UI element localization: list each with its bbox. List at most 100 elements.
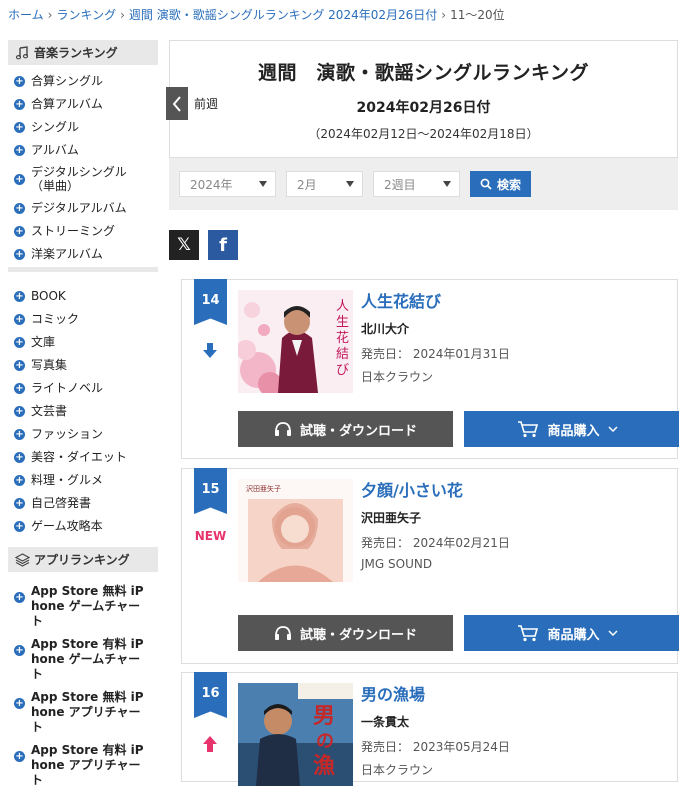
listen-download-button[interactable]: 試聴・ダウンロード — [238, 615, 453, 651]
sidebar-item-album[interactable]: + アルバム — [14, 142, 158, 158]
sidebar-item-paid-iphone-game[interactable]: + App Store 有料 iPhone ゲームチャート — [14, 637, 158, 682]
record-label: 日本クラウン — [361, 370, 434, 384]
album-jacket[interactable]: 人 生 花 結 び — [238, 290, 353, 393]
breadcrumb-current: 11～20位 — [450, 8, 505, 22]
svg-text:花: 花 — [336, 330, 349, 346]
purchase-button[interactable]: 商品購入 — [464, 615, 679, 651]
plus-icon: + — [14, 406, 25, 417]
arrow-up-icon — [199, 735, 221, 756]
sidebar-item-single[interactable]: + シングル — [14, 119, 158, 135]
breadcrumb-home[interactable]: ホーム — [8, 8, 44, 22]
chevron-down-icon — [607, 628, 626, 639]
ranking-header: 週間 演歌・歌謡シングルランキング 2024年02月26日付 （2024年02月… — [166, 40, 678, 158]
entry-info: 男の漁場 一条貫太 発売日： 2023年05月24日 日本クラウン — [361, 681, 510, 778]
sidebar-item-digital-album[interactable]: + デジタルアルバム — [14, 200, 158, 216]
month-select[interactable]: 2月 — [286, 171, 363, 197]
plus-icon: + — [14, 498, 25, 509]
sidebar-item-paid-iphone-app[interactable]: + App Store 有料 iPhone アプリチャート — [14, 743, 158, 788]
sidebar-item-photobook[interactable]: + 写真集 — [14, 357, 158, 373]
sidebar-divider — [8, 267, 158, 272]
plus-icon: + — [14, 475, 25, 486]
ranking-range: （2024年02月12日～2024年02月18日） — [308, 127, 539, 141]
breadcrumb-weekly[interactable]: 週間 演歌・歌謡シングルランキング 2024年02月26日付 — [129, 8, 437, 22]
rank-flag: 14 — [194, 279, 227, 325]
year-select[interactable]: 2024年 — [179, 171, 276, 197]
song-title[interactable]: 夕顔/小さい花 — [361, 477, 510, 501]
cart-icon — [518, 625, 539, 642]
sidebar-item-game-guide[interactable]: + ゲーム攻略本 — [14, 518, 158, 534]
entry-info: 人生花結び 北川大介 発売日： 2024年01月31日 日本クラウン — [361, 288, 510, 385]
sidebar-item-western-album[interactable]: + 洋楽アルバム — [14, 246, 158, 262]
page-title: 週間 演歌・歌謡シングルランキング — [258, 62, 589, 84]
sidebar-item-book[interactable]: + BOOK — [14, 288, 158, 304]
new-badge: NEW — [194, 529, 227, 543]
sidebar-item-free-iphone-game[interactable]: + App Store 無料 iPhone ゲームチャート — [14, 584, 158, 629]
listen-download-button[interactable]: 試聴・ダウンロード — [238, 411, 453, 447]
sidebar-item-fashion[interactable]: + ファッション — [14, 426, 158, 442]
svg-text:男: 男 — [313, 703, 335, 729]
plus-icon: + — [14, 145, 25, 156]
sidebar-item-combined-album[interactable]: + 合算アルバム — [14, 96, 158, 112]
song-title[interactable]: 人生花結び — [361, 288, 510, 312]
artist-name[interactable]: 北川大介 — [361, 320, 510, 337]
previous-week-button[interactable]: 前週 — [166, 87, 218, 120]
music-ranking-list: + 合算シングル + 合算アルバム + シングル + アルバム + デジタルシングル（単曲… — [8, 65, 158, 262]
release-date: 発売日： 2023年05月24日 — [361, 740, 510, 754]
plus-icon: + — [14, 291, 25, 302]
sidebar-item-digital-single[interactable]: + デジタルシングル（単曲） — [14, 165, 158, 193]
rank-flag: 15 — [194, 468, 227, 514]
svg-text:生: 生 — [336, 315, 349, 330]
svg-text:の: の — [316, 731, 334, 752]
ranking-entry: 15 NEW 沢田亜矢子 夕顔/小さい花 沢田亜矢子 発売日： 2024年02月… — [181, 468, 679, 664]
sidebar-item-comic[interactable]: + コミック — [14, 311, 158, 327]
caret-down-icon — [443, 181, 451, 187]
svg-text:結: 結 — [336, 347, 349, 362]
caret-down-icon — [346, 181, 354, 187]
plus-icon: + — [14, 521, 25, 532]
sidebar-item-literature[interactable]: + 文芸書 — [14, 403, 158, 419]
search-button[interactable]: 検索 — [470, 171, 532, 197]
sidebar-item-cooking[interactable]: + 料理・グルメ — [14, 472, 158, 488]
sidebar-item-streaming[interactable]: + ストリーミング — [14, 223, 158, 239]
x-share-button[interactable]: 𝕏 — [169, 230, 199, 260]
cart-icon — [518, 421, 539, 438]
song-title[interactable]: 男の漁場 — [361, 681, 510, 705]
plus-icon: + — [14, 314, 25, 325]
music-note-icon — [14, 45, 30, 61]
plus-icon: + — [14, 360, 25, 371]
album-jacket[interactable]: 沢田亜矢子 — [238, 479, 353, 582]
chevron-left-icon — [166, 87, 188, 120]
facebook-share-button[interactable]: f — [208, 230, 238, 260]
ranking-date: 2024年02月26日付 — [356, 100, 491, 116]
chevron-down-icon — [607, 424, 626, 435]
entry-info: 夕顔/小さい花 沢田亜矢子 発売日： 2024年02月21日 JMG SOUND — [361, 477, 510, 571]
plus-icon: + — [14, 203, 25, 214]
purchase-button[interactable]: 商品購入 — [464, 411, 679, 447]
week-select[interactable]: 2週目 — [373, 171, 460, 197]
facebook-logo-icon: f — [219, 234, 227, 256]
search-icon — [480, 178, 492, 190]
plus-icon: + — [14, 429, 25, 440]
record-label: 日本クラウン — [361, 763, 434, 777]
svg-text:人: 人 — [336, 299, 349, 314]
album-jacket[interactable]: 男 の 漁 — [238, 683, 353, 786]
sidebar-item-free-iphone-app[interactable]: + App Store 無料 iPhone アプリチャート — [14, 690, 158, 735]
breadcrumb-ranking[interactable]: ランキング — [56, 8, 116, 22]
release-date: 発売日： 2024年02月21日 — [361, 536, 510, 550]
plus-icon: + — [14, 383, 25, 394]
sidebar-item-beauty-diet[interactable]: + 美容・ダイエット — [14, 449, 158, 465]
sidebar-item-self-help[interactable]: + 自己啓発書 — [14, 495, 158, 511]
artist-name[interactable]: 沢田亜矢子 — [361, 509, 510, 526]
sidebar-item-bunko[interactable]: + 文庫 — [14, 334, 158, 350]
plus-icon: + — [14, 337, 25, 348]
svg-text:沢田亜矢子: 沢田亜矢子 — [246, 484, 281, 493]
artist-name[interactable]: 一条貫太 — [361, 713, 510, 730]
ranking-entry: 16 男 の 漁 男の漁場 一条貫太 発売日： 2023年05月24日 日本クラ… — [181, 672, 678, 786]
headphones-icon — [274, 626, 291, 640]
ranking-entry: 14 人 生 花 結 び 人生花結び 北川大介 発売日： 2024年01月31日 — [181, 279, 679, 459]
sidebar-item-light-novel[interactable]: + ライトノベル — [14, 380, 158, 396]
plus-icon: + — [14, 174, 25, 185]
layers-icon — [14, 552, 30, 568]
sidebar-item-combined-single[interactable]: + 合算シングル — [14, 73, 158, 89]
svg-text:漁: 漁 — [313, 753, 335, 779]
